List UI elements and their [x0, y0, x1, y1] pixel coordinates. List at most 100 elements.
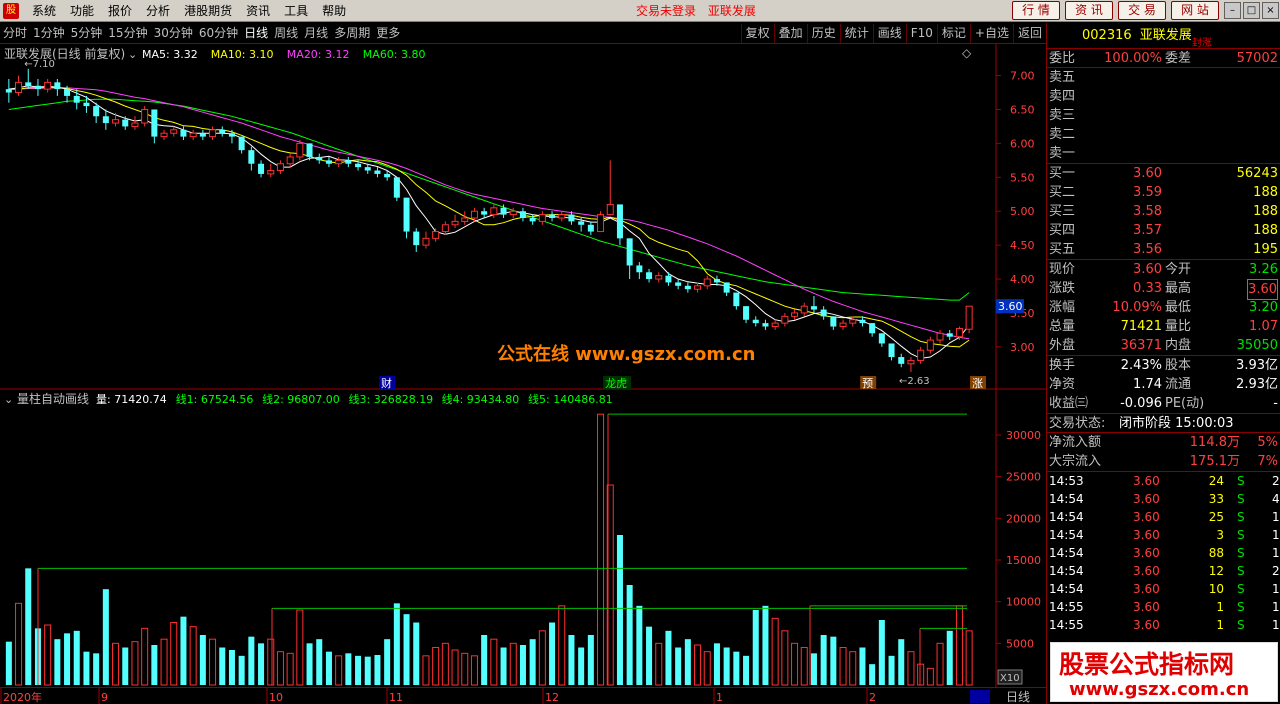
candlestick-chart[interactable]: 亚联发展(日线 前复权) ⌄ MA5: 3.32 MA10: 3.10 MA20: 3.…: [0, 44, 1046, 390]
candle-body: [888, 343, 895, 358]
volume-bar: [219, 647, 226, 685]
tool-button-3[interactable]: 统计: [839, 24, 873, 43]
menu-item-6[interactable]: 工具: [278, 0, 316, 22]
candle-body: [335, 159, 343, 165]
period-tab-3[interactable]: 15分钟: [105, 23, 150, 44]
trade-status-row: 交易状态: 闭市阶段 15:00:03: [1047, 414, 1280, 433]
period-tab-10[interactable]: 更多: [373, 23, 403, 44]
buy-row-0[interactable]: 买一 3.60 56243: [1047, 164, 1280, 183]
event-marker-label[interactable]: 涨: [972, 377, 983, 390]
candle-body: [141, 108, 149, 124]
menu-item-7[interactable]: 帮助: [316, 0, 354, 22]
period-tab-6[interactable]: 日线: [241, 23, 271, 44]
volume-bar: [898, 639, 905, 685]
candle-body: [54, 82, 61, 90]
period-tab-9[interactable]: 多周期: [331, 23, 373, 44]
period-tab-4[interactable]: 30分钟: [151, 23, 196, 44]
sell-row-0[interactable]: 卖五: [1047, 68, 1280, 87]
volume-svg[interactable]: ⌄ 量柱自动画线 量: 71420.74 线1: 67524.56 线2: 96807.…: [0, 390, 1046, 687]
tool-button-6[interactable]: 标记: [936, 24, 970, 43]
tool-button-4[interactable]: 画线: [872, 24, 906, 43]
period-tab-8[interactable]: 月线: [301, 23, 331, 44]
event-marker-label[interactable]: 财: [381, 376, 392, 390]
candle-body: [199, 133, 206, 137]
volume-bar: [64, 633, 71, 685]
tool-button-8[interactable]: 返回: [1012, 24, 1046, 43]
volume-bar: [5, 641, 12, 685]
top-button-2[interactable]: 交 易: [1118, 1, 1166, 20]
tick-side: S: [1237, 564, 1245, 578]
period-tab-2[interactable]: 5分钟: [68, 23, 106, 44]
quote-stats: 现价 3.60 今开 3.26 涨跌 0.33 最高 3.60 涨幅 10.09% 最低 3.20 总量…: [1047, 260, 1280, 356]
volume-bar: [597, 413, 605, 686]
maximize-icon[interactable]: □: [1243, 2, 1260, 19]
login-status[interactable]: 交易未登录: [636, 4, 696, 18]
tick-price: 3.60: [1133, 474, 1160, 488]
tick-row-7: 14:55 3.60 1 S 1: [1047, 598, 1280, 616]
buy-row-2[interactable]: 买三 3.58 188: [1047, 202, 1280, 221]
volume-bar: [568, 635, 575, 685]
chevron-down-icon[interactable]: ⌄: [4, 393, 13, 406]
buy-row-3[interactable]: 买四 3.57 188: [1047, 221, 1280, 240]
minimize-icon[interactable]: –: [1224, 2, 1241, 19]
menu-item-3[interactable]: 分析: [140, 0, 178, 22]
close-icon[interactable]: ×: [1262, 2, 1279, 19]
top-button-3[interactable]: 网 站: [1171, 1, 1219, 20]
volume-bar: [209, 638, 217, 686]
sell-row-4[interactable]: 卖一: [1047, 144, 1280, 163]
event-marker-label[interactable]: 预: [862, 377, 873, 390]
candle-body: [839, 322, 847, 328]
fundamental-label-2: 股本: [1165, 358, 1192, 373]
buy-row-4[interactable]: 买五 3.56 195: [1047, 240, 1280, 259]
menu-item-0[interactable]: 系统: [26, 0, 64, 22]
volume-bar: [839, 647, 847, 686]
tick-count: 1: [1272, 582, 1280, 596]
buy-row-1[interactable]: 买二 3.59 188: [1047, 183, 1280, 202]
volume-indicator-title: 量柱自动画线: [17, 391, 89, 406]
menu-item-4[interactable]: 港股期货: [178, 0, 240, 22]
corner-watermark-url: www.gszx.com.cn: [1069, 679, 1250, 700]
event-marker-label[interactable]: 龙虎: [605, 377, 627, 390]
top-button-0[interactable]: 行 情: [1012, 1, 1060, 20]
tick-count: 2: [1272, 564, 1280, 578]
tick-count: 1: [1272, 618, 1280, 632]
period-tab-1[interactable]: 1分钟: [30, 23, 68, 44]
sell-row-1[interactable]: 卖四: [1047, 87, 1280, 106]
sell-row-3[interactable]: 卖二: [1047, 125, 1280, 144]
candle-body: [393, 177, 400, 198]
candle-body: [83, 102, 90, 107]
period-tab-5[interactable]: 60分钟: [196, 23, 241, 44]
buy-orders: 买一 3.60 56243 买二 3.59 188 买三 3.58 188 买四 3.57 188 买五…: [1047, 164, 1280, 260]
candle-body: [451, 220, 459, 226]
high-price-label: ←7.10: [24, 59, 55, 70]
tick-list[interactable]: 14:53 3.60 24 S 2 14:54 3.60 33 S 4 14:54 3.60 25 S 1 1…: [1047, 472, 1280, 634]
tool-button-2[interactable]: 历史: [806, 24, 840, 43]
trade-status-label: 交易状态:: [1049, 416, 1106, 431]
tool-button-1[interactable]: 叠加: [773, 24, 807, 43]
tool-button-0[interactable]: 复权: [740, 24, 774, 43]
volume-chart[interactable]: ⌄ 量柱自动画线 量: 71420.74 线1: 67524.56 线2: 96807.…: [0, 390, 1046, 687]
quote-label-2: 今开: [1165, 262, 1192, 277]
period-tab-0[interactable]: 分时: [0, 23, 30, 44]
menu-item-1[interactable]: 功能: [64, 0, 102, 22]
top-button-1[interactable]: 资 讯: [1065, 1, 1113, 20]
menu-item-5[interactable]: 资讯: [240, 0, 278, 22]
candlestick-svg[interactable]: 亚联发展(日线 前复权) ⌄ MA5: 3.32 MA10: 3.10 MA20: 3.…: [0, 44, 1046, 390]
quote-value-2: 3.60: [1247, 279, 1278, 300]
flow-row-0: 净流入额 114.8万 5%: [1047, 433, 1280, 452]
diamond-icon[interactable]: ◇: [962, 46, 972, 60]
sell-row-2[interactable]: 卖三: [1047, 106, 1280, 125]
period-indicator[interactable]: 日线: [1006, 690, 1030, 704]
period-tab-7[interactable]: 周线: [271, 23, 301, 44]
period-tabs: 分时 1分钟 5分钟 15分钟 30分钟 60分钟 日线 周线 月线 多周期 更多: [0, 23, 403, 44]
chevron-down-icon[interactable]: ⌄: [128, 48, 137, 61]
volume-bar: [519, 645, 526, 685]
tool-button-5[interactable]: F10: [905, 24, 937, 43]
tool-button-7[interactable]: +自选: [969, 24, 1013, 43]
corner-watermark-title: 股票公式指标网: [1059, 650, 1235, 679]
tick-side: S: [1237, 492, 1245, 506]
menu-item-2[interactable]: 报价: [102, 0, 140, 22]
candle-body: [286, 156, 294, 165]
volume-bar: [538, 630, 546, 686]
scroll-indicator[interactable]: [970, 690, 990, 703]
